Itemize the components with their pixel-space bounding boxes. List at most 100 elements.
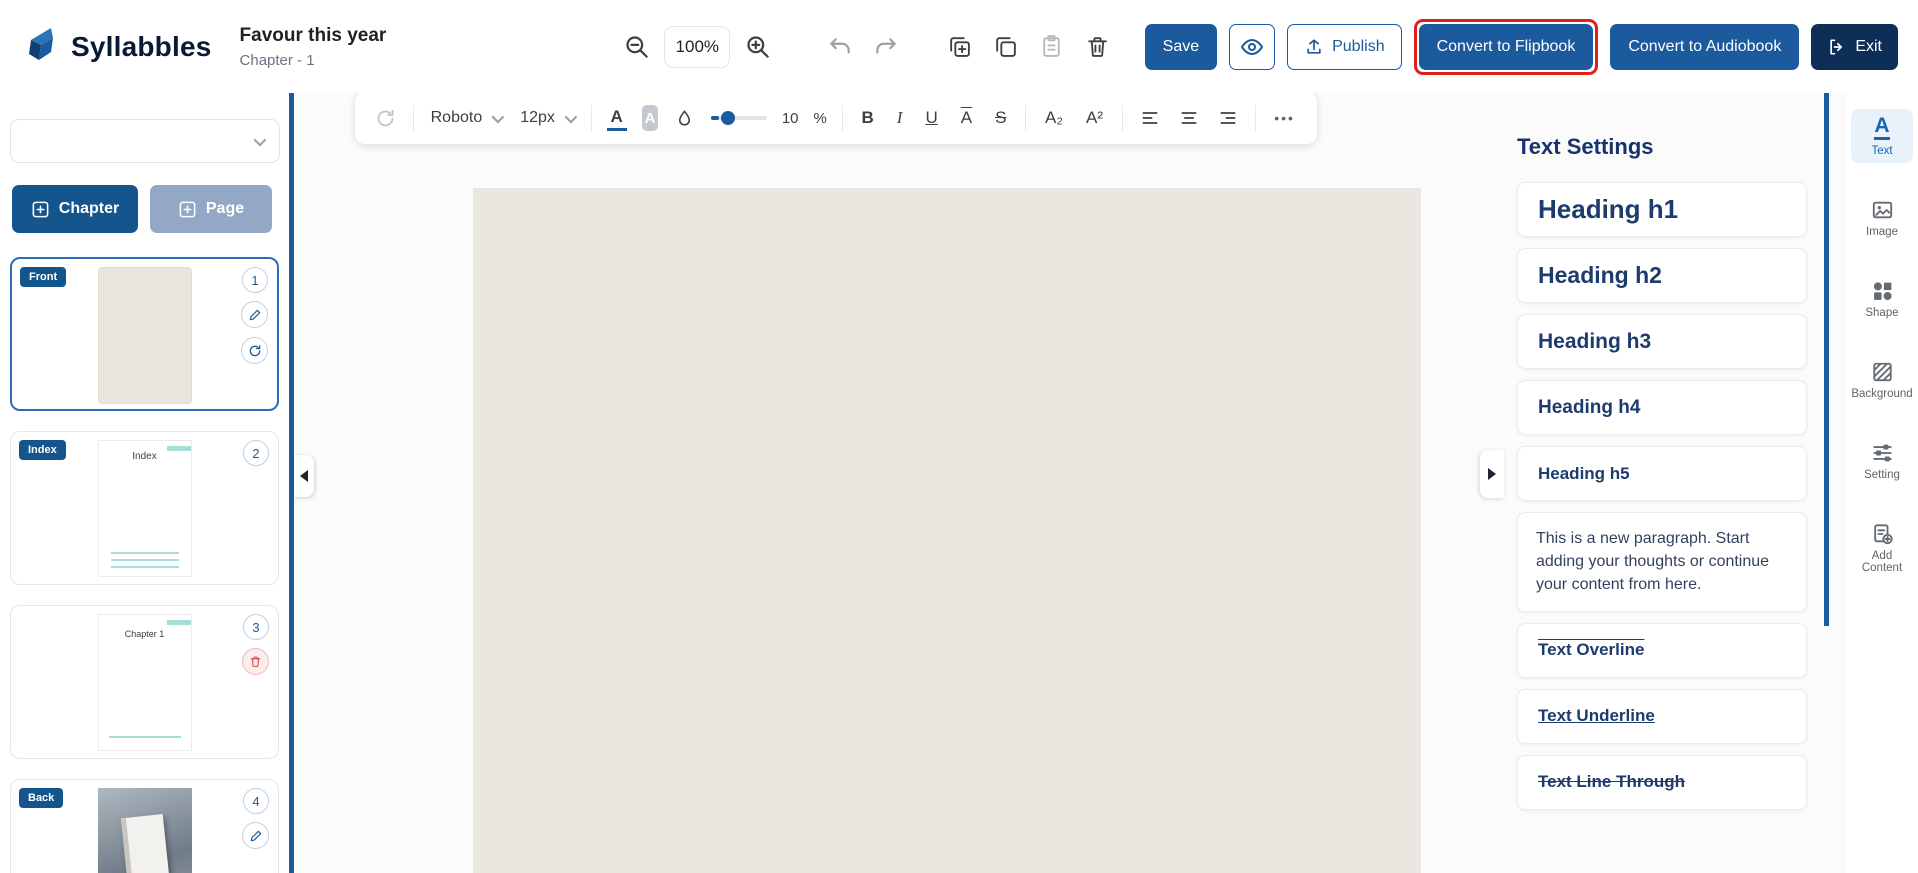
thumb-text-lines xyxy=(110,552,179,568)
publish-label: Publish xyxy=(1332,37,1385,55)
logo-icon xyxy=(21,24,61,69)
page-thumb-image xyxy=(97,267,192,404)
opacity-slider-fill xyxy=(711,116,720,120)
paste-button[interactable] xyxy=(1037,32,1066,61)
rail-item-text[interactable]: A Text xyxy=(1851,109,1913,163)
exit-icon xyxy=(1830,39,1843,55)
align-center-button[interactable] xyxy=(1177,106,1201,130)
history-controls xyxy=(825,32,901,62)
add-chapter-button[interactable]: Chapter xyxy=(12,185,138,233)
preset-heading-h5[interactable]: Heading h5 xyxy=(1517,446,1807,501)
document-title: Favour this year xyxy=(239,24,387,46)
rail-item-setting[interactable]: Setting xyxy=(1851,436,1913,487)
thumb-text-line xyxy=(108,736,181,738)
zoom-in-button[interactable] xyxy=(742,31,773,62)
preset-heading-h3[interactable]: Heading h3 xyxy=(1517,314,1807,369)
text-tool-icon: A xyxy=(1874,115,1890,140)
publish-button[interactable]: Publish xyxy=(1287,23,1402,70)
duplicate-page-button[interactable] xyxy=(945,32,974,61)
rail-item-background[interactable]: Background xyxy=(1851,355,1913,406)
page-thumb-image xyxy=(97,788,192,873)
redo-icon xyxy=(876,37,897,53)
opacity-slider-knob[interactable] xyxy=(721,111,736,125)
preview-button[interactable] xyxy=(1229,23,1276,70)
publish-icon xyxy=(1307,39,1321,54)
overline-button[interactable]: A xyxy=(957,106,976,130)
preset-heading-h2[interactable]: Heading h2 xyxy=(1517,248,1807,303)
undo-icon xyxy=(830,37,851,53)
rail-item-shape[interactable]: Shape xyxy=(1851,274,1913,325)
chevron-down-icon xyxy=(253,133,267,146)
redo-button[interactable] xyxy=(871,32,901,62)
opacity-slider[interactable] xyxy=(711,111,767,125)
align-left-button[interactable] xyxy=(1138,106,1162,130)
preset-heading-h4[interactable]: Heading h4 xyxy=(1517,380,1807,435)
page-badge: Index xyxy=(19,440,66,460)
italic-button[interactable]: I xyxy=(893,106,907,130)
rail-label: Shape xyxy=(1865,307,1899,319)
exit-button[interactable]: Exit xyxy=(1811,23,1898,70)
page-thumbnail-index[interactable]: Index 2 Index xyxy=(10,431,279,585)
text-color-button[interactable]: A xyxy=(606,105,627,131)
top-header: Syllabbles Favour this year Chapter - 1 … xyxy=(0,0,1918,93)
edit-page-button[interactable] xyxy=(241,301,268,328)
align-right-icon xyxy=(1220,112,1236,124)
convert-to-audiobook-button[interactable]: Convert to Audiobook xyxy=(1610,23,1800,70)
template-dropdown[interactable] xyxy=(10,119,280,163)
convert-to-flipbook-button[interactable]: Convert to Flipbook xyxy=(1418,23,1594,70)
align-right-button[interactable] xyxy=(1216,106,1240,130)
trash-icon xyxy=(1088,37,1108,57)
background-icon xyxy=(1872,362,1892,382)
underline-button[interactable]: U xyxy=(921,106,941,130)
superscript-button[interactable]: A² xyxy=(1082,106,1107,130)
preset-text-underline[interactable]: Text Underline xyxy=(1517,688,1807,744)
add-page-button[interactable]: Page xyxy=(150,185,272,233)
delete-page-button[interactable] xyxy=(1083,32,1112,61)
copy-icon xyxy=(996,37,1017,57)
copy-button[interactable] xyxy=(991,32,1020,61)
bold-button[interactable]: B xyxy=(857,106,877,130)
toolbar-divider xyxy=(841,105,843,131)
preset-text-overline[interactable]: Text Overline xyxy=(1517,622,1807,678)
zoom-out-button[interactable] xyxy=(621,31,652,62)
page-thumbnail-back[interactable]: Back 4 xyxy=(10,779,279,873)
undo-button[interactable] xyxy=(825,32,855,62)
text-preset-list: Heading h1 Heading h2 Heading h3 Heading… xyxy=(1517,182,1807,810)
preset-heading-h1[interactable]: Heading h1 xyxy=(1517,182,1807,237)
refresh-style-button[interactable] xyxy=(373,106,398,131)
add-square-icon xyxy=(179,201,196,217)
clipboard-controls xyxy=(945,32,1112,61)
font-family-dropdown[interactable]: Roboto xyxy=(429,105,505,131)
edit-page-button[interactable] xyxy=(242,822,269,849)
page-thumbnail-front[interactable]: Front 1 xyxy=(10,257,279,411)
duplicate-icon xyxy=(950,37,971,57)
preset-text-line-through[interactable]: Text Line Through xyxy=(1517,754,1807,810)
rail-label: Image xyxy=(1866,226,1898,238)
subscript-button[interactable]: A₂ xyxy=(1041,106,1067,130)
toolbar-divider xyxy=(1121,105,1123,131)
align-left-icon xyxy=(1142,112,1158,124)
chevron-down-icon xyxy=(491,110,505,123)
refresh-icon xyxy=(377,109,394,126)
app-logo[interactable]: Syllabbles xyxy=(21,24,212,69)
rail-item-add-content[interactable]: Add Content xyxy=(1851,517,1913,580)
app-root: Syllabbles Favour this year Chapter - 1 … xyxy=(0,0,1918,873)
delete-page-thumb-button[interactable] xyxy=(242,648,269,675)
rail-item-image[interactable]: Image xyxy=(1851,193,1913,244)
collapse-sidebar-handle[interactable] xyxy=(294,455,314,497)
strikethrough-button[interactable]: S xyxy=(991,106,1010,130)
thumb-title: Chapter 1 xyxy=(124,629,165,639)
font-size-dropdown[interactable]: 12px xyxy=(518,105,578,131)
preset-paragraph[interactable]: This is a new paragraph. Start adding yo… xyxy=(1517,512,1807,612)
save-button[interactable]: Save xyxy=(1144,23,1218,70)
add-page-label: Page xyxy=(205,200,245,217)
collapse-panel-handle[interactable] xyxy=(1480,450,1504,498)
editor-canvas-page[interactable] xyxy=(473,188,1421,873)
opacity-button[interactable] xyxy=(673,107,696,130)
zoom-level-value[interactable]: 100% xyxy=(664,25,731,68)
rotate-page-button[interactable] xyxy=(241,337,268,364)
more-options-button[interactable]: ••• xyxy=(1270,108,1299,128)
page-thumbnail-chapter[interactable]: 3 Chapter 1 xyxy=(10,605,279,759)
highlight-color-button[interactable]: A xyxy=(641,105,659,131)
chevron-down-icon xyxy=(564,110,578,123)
